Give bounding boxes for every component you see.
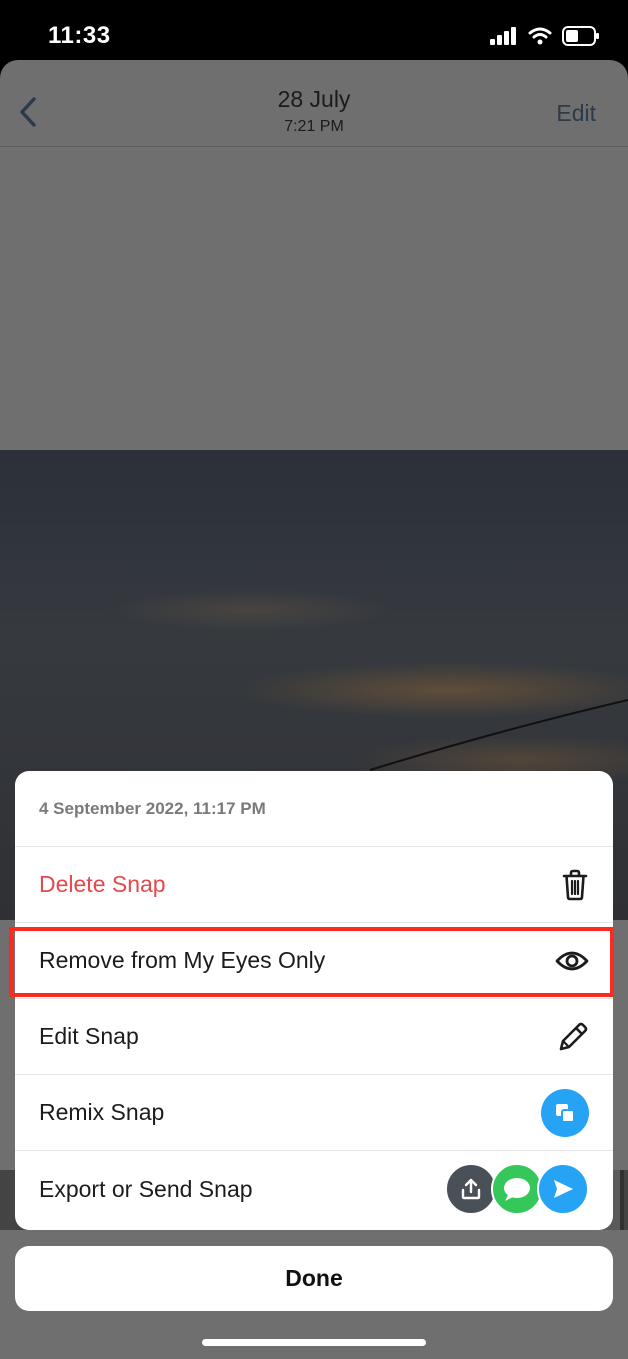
delete-snap-label: Delete Snap (39, 871, 166, 897)
action-sheet: 4 September 2022, 11:17 PM Delete Snap R… (15, 771, 613, 1230)
export-or-send-snap-label: Export or Send Snap (39, 1175, 253, 1202)
nav-bar: 28 July 7:21 PM Edit (0, 60, 628, 147)
edit-snap-label: Edit Snap (39, 1023, 139, 1049)
wifi-icon (528, 27, 552, 45)
status-bar: 11:33 (0, 0, 628, 60)
export-icons (445, 1163, 589, 1215)
remix-icon (541, 1088, 589, 1137)
remove-from-my-eyes-only-button[interactable]: Remove from My Eyes Only (15, 923, 613, 999)
eye-icon (555, 949, 589, 973)
share-icon[interactable] (445, 1163, 497, 1215)
remix-snap-label: Remix Snap (39, 1099, 165, 1125)
sheet-timestamp: 4 September 2022, 11:17 PM (15, 771, 613, 847)
remix-snap-button[interactable]: Remix Snap (15, 1075, 613, 1151)
done-button[interactable]: Done (15, 1246, 613, 1311)
remove-from-my-eyes-only-label: Remove from My Eyes Only (39, 947, 326, 973)
pencil-icon (557, 1021, 589, 1053)
delete-snap-button[interactable]: Delete Snap (15, 847, 613, 923)
edit-snap-button[interactable]: Edit Snap (15, 999, 613, 1075)
signal-icon (490, 27, 516, 45)
trash-icon (561, 869, 589, 901)
edit-button[interactable]: Edit (556, 100, 596, 127)
nav-time: 7:21 PM (284, 118, 344, 135)
send-icon[interactable] (537, 1163, 589, 1215)
status-time: 11:33 (48, 22, 111, 49)
battery-icon (562, 26, 599, 46)
status-icons (490, 26, 600, 46)
home-indicator[interactable] (202, 1339, 426, 1346)
messages-icon[interactable] (491, 1163, 543, 1215)
export-or-send-snap-button[interactable]: Export or Send Snap (15, 1151, 613, 1227)
nav-date: 28 July (277, 86, 351, 112)
